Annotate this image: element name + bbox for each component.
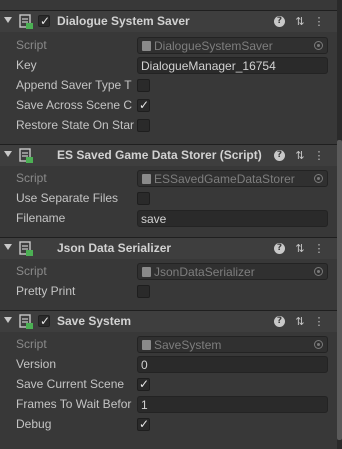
property-row-script: Script SaveSystem — [0, 334, 337, 354]
object-picker-icon[interactable] — [314, 340, 323, 349]
property-row-restore-state: Restore State On Star — [0, 115, 337, 135]
foldout-arrow-icon[interactable] — [4, 244, 12, 250]
preset-sliders-icon[interactable]: ⇅ — [293, 242, 307, 256]
script-asset-icon — [142, 340, 151, 350]
script-icon — [19, 14, 33, 29]
property-label: Use Separate Files — [16, 191, 119, 205]
object-picker-icon[interactable] — [314, 41, 323, 50]
property-row-filename: Filename save — [0, 208, 337, 228]
script-object-field[interactable]: SaveSystem — [137, 336, 328, 353]
field-value: SaveSystem — [154, 338, 222, 352]
check-icon: ✓ — [40, 314, 51, 328]
property-label: Debug — [16, 417, 52, 431]
pretty-print-checkbox[interactable] — [137, 285, 150, 298]
script-icon — [19, 241, 33, 256]
check-icon: ✓ — [139, 98, 150, 112]
property-row-use-separate-files: Use Separate Files — [0, 188, 337, 208]
preset-sliders-icon[interactable]: ⇅ — [293, 315, 307, 329]
save-across-scene-checkbox[interactable]: ✓ — [137, 98, 150, 112]
property-label: Frames To Wait Befor — [16, 397, 132, 411]
object-picker-icon[interactable] — [314, 267, 323, 276]
enable-toggle[interactable]: ✓ — [38, 314, 51, 328]
frames-to-wait-int-field[interactable]: 1 — [137, 396, 328, 413]
component-header[interactable]: Json Data Serializer ? ⇅ ⋮ — [0, 237, 337, 259]
property-label: Script — [16, 264, 47, 278]
append-saver-type-checkbox[interactable] — [137, 79, 150, 92]
check-icon: ✓ — [40, 14, 51, 28]
preset-sliders-icon[interactable]: ⇅ — [293, 15, 307, 29]
property-label: Script — [16, 171, 47, 185]
check-icon: ✓ — [139, 417, 150, 431]
save-current-scene-checkbox[interactable]: ✓ — [137, 377, 150, 391]
script-asset-icon — [142, 174, 151, 184]
help-icon[interactable]: ? — [274, 243, 285, 254]
field-value: DialogueSystemSaver — [154, 39, 273, 53]
use-separate-files-checkbox[interactable] — [137, 192, 150, 205]
property-row-script: Script JsonDataSerializer — [0, 261, 337, 281]
context-menu-icon[interactable]: ⋮ — [312, 315, 326, 329]
key-text-field[interactable]: DialogueManager_16754 — [137, 57, 328, 74]
property-row-version: Version 0 — [0, 354, 337, 374]
property-row-script: Script ESSavedGameDataStorer — [0, 168, 337, 188]
restore-state-checkbox[interactable] — [137, 119, 150, 132]
field-value: ESSavedGameDataStorer — [154, 172, 295, 186]
property-row-key: Key DialogueManager_16754 — [0, 55, 337, 75]
context-menu-icon[interactable]: ⋮ — [312, 149, 326, 163]
property-label: Save Across Scene C — [16, 98, 133, 112]
property-label: Key — [16, 58, 37, 72]
field-value: JsonDataSerializer — [154, 265, 255, 279]
component-title: Json Data Serializer — [57, 241, 172, 255]
script-object-field[interactable]: JsonDataSerializer — [137, 263, 328, 280]
property-label: Version — [16, 357, 57, 371]
property-label: Filename — [16, 211, 66, 225]
debug-checkbox[interactable]: ✓ — [137, 417, 150, 431]
property-row-append-saver-type: Append Saver Type T — [0, 75, 337, 95]
script-asset-icon — [142, 267, 151, 277]
context-menu-icon[interactable]: ⋮ — [312, 242, 326, 256]
enable-toggle[interactable]: ✓ — [38, 14, 51, 28]
component-header[interactable]: ✓ Dialogue System Saver ? ⇅ ⋮ — [0, 10, 337, 32]
property-row-save-current-scene: Save Current Scene ✓ — [0, 374, 337, 394]
property-label: Pretty Print — [16, 284, 76, 298]
foldout-arrow-icon[interactable] — [4, 317, 12, 323]
help-icon[interactable]: ? — [274, 316, 285, 327]
property-row-pretty-print: Pretty Print — [0, 281, 337, 301]
script-icon — [19, 148, 33, 163]
property-label: Save Current Scene — [16, 377, 125, 391]
foldout-arrow-icon[interactable] — [4, 17, 12, 23]
filename-text-field[interactable]: save — [137, 210, 328, 227]
property-label: Append Saver Type T — [16, 78, 132, 92]
foldout-arrow-icon[interactable] — [4, 151, 12, 157]
inspector-panel: ✓ Dialogue System Saver ? ⇅ ⋮ Script Dia… — [0, 0, 342, 449]
component-header[interactable]: ✓ Save System ? ⇅ ⋮ — [0, 310, 337, 332]
check-icon: ✓ — [139, 377, 150, 391]
help-icon[interactable]: ? — [274, 150, 285, 161]
property-label: Restore State On Star — [16, 118, 135, 132]
property-label: Script — [16, 38, 47, 52]
script-object-field[interactable]: ESSavedGameDataStorer — [137, 170, 328, 187]
help-icon[interactable]: ? — [274, 16, 285, 27]
script-object-field[interactable]: DialogueSystemSaver — [137, 37, 328, 54]
script-asset-icon — [142, 41, 151, 51]
object-picker-icon[interactable] — [314, 174, 323, 183]
version-int-field[interactable]: 0 — [137, 356, 328, 373]
property-row-script: Script DialogueSystemSaver — [0, 35, 337, 55]
context-menu-icon[interactable]: ⋮ — [312, 15, 326, 29]
property-row-frames-to-wait: Frames To Wait Befor 1 — [0, 394, 337, 414]
property-row-save-across-scene: Save Across Scene C ✓ — [0, 95, 337, 115]
component-title: Save System — [57, 314, 132, 328]
script-icon — [19, 314, 33, 329]
property-label: Script — [16, 337, 47, 351]
scrollbar-thumb[interactable] — [337, 140, 342, 440]
inspector-scrollbar[interactable] — [337, 0, 342, 449]
component-header[interactable]: ES Saved Game Data Storer (Script) ? ⇅ ⋮ — [0, 144, 337, 166]
property-row-debug: Debug ✓ — [0, 414, 337, 434]
preset-sliders-icon[interactable]: ⇅ — [293, 149, 307, 163]
component-title: ES Saved Game Data Storer (Script) — [57, 148, 262, 162]
component-title: Dialogue System Saver — [57, 14, 190, 28]
